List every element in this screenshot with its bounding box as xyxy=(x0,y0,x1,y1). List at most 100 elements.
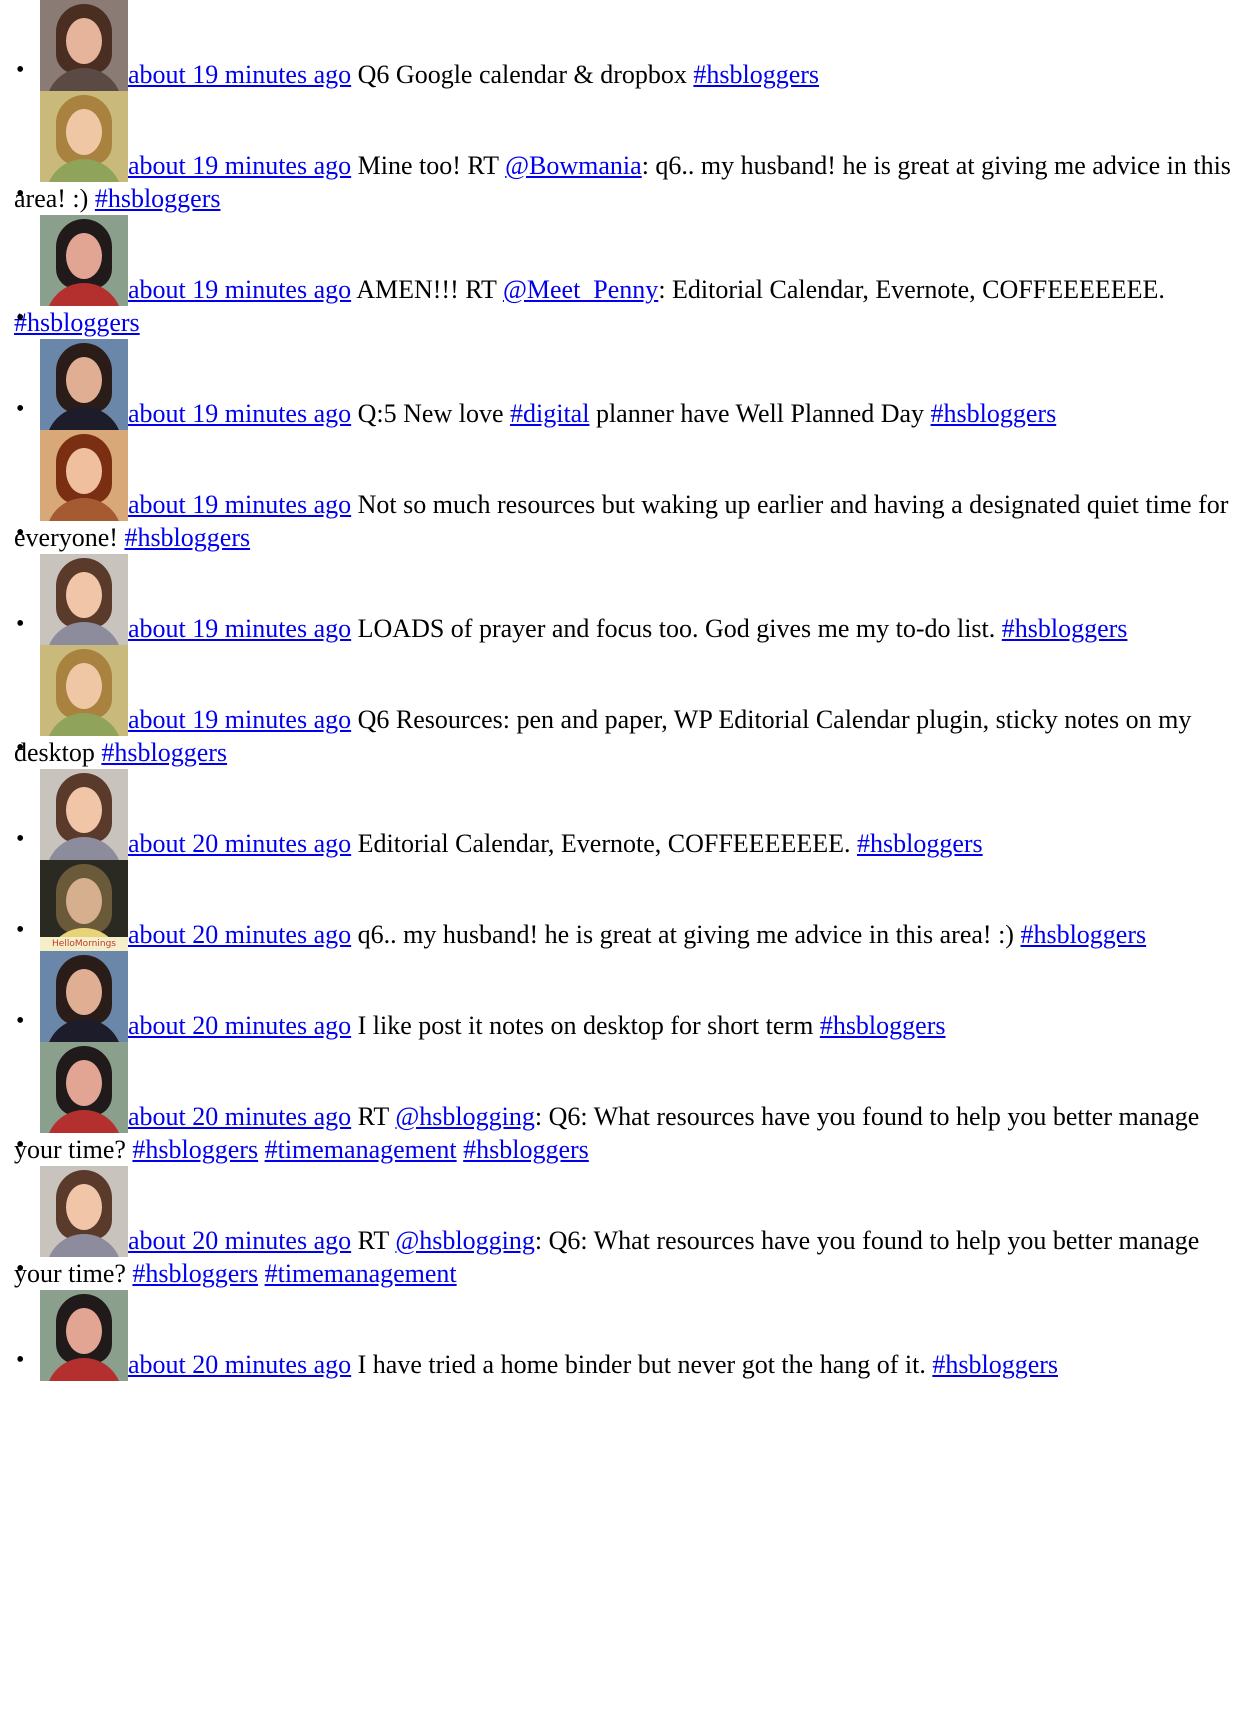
tweet-body: about 20 minutes ago RT @hsblogging: Q6:… xyxy=(14,1042,1241,1166)
avatar-dark-hair-professional-icon[interactable] xyxy=(40,951,128,1042)
avatar-dark-hair-closeup-icon[interactable] xyxy=(40,215,128,306)
avatar-dark-hair-professional-icon[interactable] xyxy=(40,339,128,430)
tweet-text: I like post it notes on desktop for shor… xyxy=(351,1011,820,1040)
tweet-item: • about 19 minutes ago Q6 Google calendar… xyxy=(0,0,1241,91)
avatar-blonde-smiling-icon[interactable] xyxy=(40,91,128,182)
bullet-icon: • xyxy=(16,826,25,852)
hashtag-link[interactable]: #hsbloggers xyxy=(101,738,227,767)
hashtag-link[interactable]: #hsbloggers xyxy=(931,399,1057,428)
timestamp-link[interactable]: about 19 minutes ago xyxy=(128,151,351,180)
tweet-text: RT xyxy=(351,1102,396,1131)
mention-link[interactable]: @Bowmania xyxy=(505,151,642,180)
avatar-red-hair-icon[interactable] xyxy=(40,430,128,521)
bullet-icon: • xyxy=(16,57,25,83)
bullet-icon: • xyxy=(16,396,25,422)
hashtag-link[interactable]: #hsbloggers xyxy=(463,1135,589,1164)
tweet-text: I have tried a home binder but never got… xyxy=(351,1350,933,1379)
tweet-body: HelloMornings about 20 minutes ago q6.. m… xyxy=(14,860,1241,951)
avatar-face xyxy=(66,233,102,279)
avatar-brunette-smiling-icon[interactable] xyxy=(40,1166,128,1257)
mention-link[interactable]: @Meet_Penny xyxy=(503,275,658,304)
timestamp-link[interactable]: about 20 minutes ago xyxy=(128,1011,351,1040)
tweet-body: about 19 minutes ago Mine too! RT @Bowma… xyxy=(14,91,1241,215)
hashtag-link[interactable]: #timemanagement xyxy=(265,1135,457,1164)
bullet-icon: • xyxy=(16,1256,25,1282)
tweet-body: about 20 minutes ago RT @hsblogging: Q6:… xyxy=(14,1166,1241,1290)
hashtag-link[interactable]: #hsbloggers xyxy=(132,1135,258,1164)
avatar-face xyxy=(66,572,102,618)
tweet-body: about 19 minutes ago LOADS of prayer and… xyxy=(14,554,1241,645)
timestamp-link[interactable]: about 19 minutes ago xyxy=(128,705,351,734)
tweet-body: about 20 minutes ago I have tried a home… xyxy=(14,1290,1241,1381)
tweet-item: • about 20 minutes ago RT @hsblogging: Q6… xyxy=(0,1042,1241,1166)
mention-link[interactable]: @hsblogging xyxy=(395,1226,535,1255)
timestamp-link[interactable]: about 20 minutes ago xyxy=(128,1102,351,1131)
hashtag-link[interactable]: #hsbloggers xyxy=(820,1011,946,1040)
bullet-icon: • xyxy=(16,181,25,207)
tweet-item: • about 19 minutes ago Mine too! RT @Bowm… xyxy=(0,91,1241,215)
mention-link[interactable]: @hsblogging xyxy=(395,1102,535,1131)
bullet-icon: • xyxy=(16,1132,25,1158)
tweet-text: RT xyxy=(351,1226,396,1255)
tweet-item: • about 19 minutes ago Not so much resour… xyxy=(0,430,1241,554)
avatar-face xyxy=(66,109,102,155)
hashtag-link[interactable]: #timemanagement xyxy=(265,1259,457,1288)
tweet-text: : Editorial Calendar, Evernote, COFFEEEE… xyxy=(658,275,1172,304)
timestamp-link[interactable]: about 20 minutes ago xyxy=(128,1226,351,1255)
timestamp-link[interactable]: about 20 minutes ago xyxy=(128,1350,351,1379)
avatar-face xyxy=(66,878,102,924)
tweet-item: • about 20 minutes ago I like post it not… xyxy=(0,951,1241,1042)
tweet-item: • about 19 minutes ago AMEN!!! RT @Meet_P… xyxy=(0,215,1241,339)
hashtag-link[interactable]: #hsbloggers xyxy=(124,523,250,552)
timestamp-link[interactable]: about 19 minutes ago xyxy=(128,275,351,304)
avatar-face xyxy=(66,1184,102,1230)
tweet-text: Q6 Google calendar & dropbox xyxy=(351,60,694,89)
timestamp-link[interactable]: about 19 minutes ago xyxy=(128,399,351,428)
hashtag-link[interactable]: #hsbloggers xyxy=(132,1259,258,1288)
avatar-hello-mornings-icon[interactable]: HelloMornings xyxy=(40,860,128,951)
timestamp-link[interactable]: about 20 minutes ago xyxy=(128,920,351,949)
hashtag-link[interactable]: #hsbloggers xyxy=(1020,920,1146,949)
avatar-brunette-smiling-icon[interactable] xyxy=(40,554,128,645)
avatar-brunette-smiling-icon[interactable] xyxy=(40,769,128,860)
avatar-face xyxy=(66,787,102,833)
tweet-body: about 19 minutes ago AMEN!!! RT @Meet_Pe… xyxy=(14,215,1241,339)
tweet-body: about 19 minutes ago Q:5 New love #digit… xyxy=(14,339,1241,430)
tweet-text: planner have Well Planned Day xyxy=(589,399,931,428)
timestamp-link[interactable]: about 20 minutes ago xyxy=(128,829,351,858)
tweet-body: about 19 minutes ago Q6 Google calendar … xyxy=(14,0,1241,91)
timestamp-link[interactable]: about 19 minutes ago xyxy=(128,614,351,643)
bullet-icon: • xyxy=(16,520,25,546)
avatar-face xyxy=(66,448,102,494)
tweet-text: Q:5 New love xyxy=(351,399,510,428)
tweet-item: • about 19 minutes ago Q:5 New love #digi… xyxy=(0,339,1241,430)
avatar-dark-hair-closeup-icon[interactable] xyxy=(40,1290,128,1381)
timestamp-link[interactable]: about 19 minutes ago xyxy=(128,60,351,89)
tweet-body: about 19 minutes ago Q6 Resources: pen a… xyxy=(14,645,1241,769)
avatar-dark-hair-closeup-icon[interactable] xyxy=(40,1042,128,1133)
bullet-icon: • xyxy=(16,1347,25,1373)
hashtag-link[interactable]: #hsbloggers xyxy=(693,60,819,89)
hashtag-link[interactable]: #hsbloggers xyxy=(1002,614,1128,643)
tweet-text: Editorial Calendar, Evernote, COFFEEEEEE… xyxy=(351,829,857,858)
avatar-face xyxy=(66,1060,102,1106)
tweet-item: • HelloMornings about 20 minutes ago q6.. … xyxy=(0,860,1241,951)
hashtag-link[interactable]: #hsbloggers xyxy=(95,184,221,213)
hashtag-link[interactable]: #hsbloggers xyxy=(857,829,983,858)
avatar-blonde-smiling-icon[interactable] xyxy=(40,645,128,736)
tweet-body: about 20 minutes ago I like post it note… xyxy=(14,951,1241,1042)
timestamp-link[interactable]: about 19 minutes ago xyxy=(128,490,351,519)
avatar-face xyxy=(66,969,102,1015)
tweet-text: LOADS of prayer and focus too. God gives… xyxy=(351,614,1002,643)
tweet-text: q6.. my husband! he is great at giving m… xyxy=(351,920,1021,949)
hello-mornings-logo: HelloMornings xyxy=(40,937,128,951)
tweet-body: about 19 minutes ago Not so much resourc… xyxy=(14,430,1241,554)
tweet-body: about 20 minutes ago Editorial Calendar,… xyxy=(14,769,1241,860)
hashtag-link[interactable]: #hsbloggers xyxy=(932,1350,1058,1379)
tweet-text: AMEN!!! RT xyxy=(351,275,503,304)
bullet-icon: • xyxy=(16,917,25,943)
tweet-item: • about 19 minutes ago LOADS of prayer an… xyxy=(0,554,1241,645)
hashtag-link[interactable]: #hsbloggers xyxy=(14,308,140,337)
hashtag-link[interactable]: #digital xyxy=(510,399,589,428)
avatar-brown-hair-glasses-icon[interactable] xyxy=(40,0,128,91)
